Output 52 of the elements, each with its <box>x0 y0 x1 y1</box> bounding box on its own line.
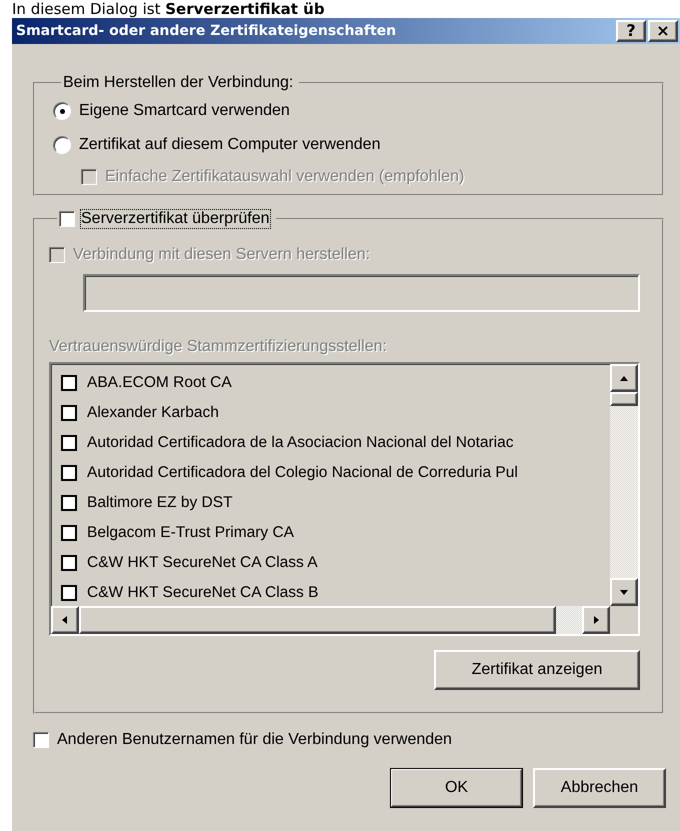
window-title: Smartcard- oder andere Zertifikateigenschaften <box>16 23 396 39</box>
checkbox[interactable] <box>61 375 77 391</box>
item-label: C&W HKT SecureNet CA Class B <box>87 584 318 602</box>
list-item[interactable]: Baltimore EZ by DST <box>61 488 610 518</box>
checkbox[interactable] <box>61 465 77 481</box>
item-label: ABA.ECOM Root CA <box>87 374 232 392</box>
checkbox[interactable] <box>59 211 75 227</box>
list-item[interactable]: Autoridad Certificadora de la Asociacion Nacional del Notariac <box>61 428 610 458</box>
radio-button[interactable] <box>53 102 71 120</box>
radio-button[interactable] <box>53 136 71 154</box>
ok-button[interactable]: OK <box>390 768 523 808</box>
group-legend: Serverzertifikat überprüfen <box>81 210 270 228</box>
scroll-thumb[interactable] <box>610 392 638 406</box>
item-label: Autoridad Certificadora del Colegio Nacional de Correduria Pul <box>87 464 518 482</box>
list-item[interactable]: Alexander Karbach <box>61 398 610 428</box>
checkbox-label: Verbindung mit diesen Servern herstellen: <box>73 246 370 264</box>
item-label: C&W HKT SecureNet CA Class A <box>87 554 318 572</box>
list-item[interactable]: C&W HKT SecureNet CA Class A <box>61 548 610 578</box>
cancel-button[interactable]: Abbrechen <box>533 768 666 808</box>
group-legend: Beim Herstellen der Verbindung: <box>63 74 294 92</box>
view-certificate-button[interactable]: Zertifikat anzeigen <box>434 650 640 690</box>
item-label: Autoridad Certificadora de la Asociacion Nacional del Notariac <box>87 434 514 452</box>
radio-label: Eigene Smartcard verwenden <box>79 102 290 120</box>
item-label: Baltimore EZ by DST <box>87 494 233 512</box>
checkbox[interactable] <box>61 555 77 571</box>
item-label: Alexander Karbach <box>87 404 219 422</box>
help-button[interactable]: ? <box>616 20 646 42</box>
list-item[interactable]: Autoridad Certificadora del Colegio Nacional de Correduria Pul <box>61 458 610 488</box>
down-arrow-icon <box>619 587 629 597</box>
left-arrow-icon <box>60 615 70 625</box>
checkbox[interactable] <box>61 435 77 451</box>
list-label: Vertrauenswürdige Stammzertifizierungsstellen: <box>49 338 387 356</box>
item-label: Belgacom E-Trust Primary CA <box>87 524 294 542</box>
header-text: In diesem Dialog ist Serverzertifikat üb <box>11 0 326 18</box>
checkbox[interactable] <box>61 585 77 601</box>
close-button[interactable]: × <box>648 20 678 42</box>
vertical-scrollbar[interactable] <box>610 364 638 606</box>
checkbox[interactable] <box>61 495 77 511</box>
checkbox-label: Anderen Benutzernamen für die Verbindung verwenden <box>57 731 452 749</box>
list-item[interactable]: C&W HKT SecureNet CA Class B <box>61 578 610 606</box>
scroll-left-button[interactable] <box>51 606 79 634</box>
scroll-right-button[interactable] <box>582 606 610 634</box>
scroll-up-button[interactable] <box>610 364 638 392</box>
radio-label: Zertifikat auf diesem Computer verwenden <box>79 136 380 154</box>
checkbox[interactable] <box>33 732 49 748</box>
checkbox-label: Einfache Zertifikatauswahl verwenden (empfohlen) <box>105 168 464 186</box>
right-arrow-icon <box>591 615 601 625</box>
list-item[interactable]: ABA.ECOM Root CA <box>61 368 610 398</box>
scroll-down-button[interactable] <box>610 578 638 606</box>
checkbox[interactable] <box>61 525 77 541</box>
checkbox[interactable] <box>61 405 77 421</box>
list-item[interactable]: Belgacom E-Trust Primary CA <box>61 518 610 548</box>
